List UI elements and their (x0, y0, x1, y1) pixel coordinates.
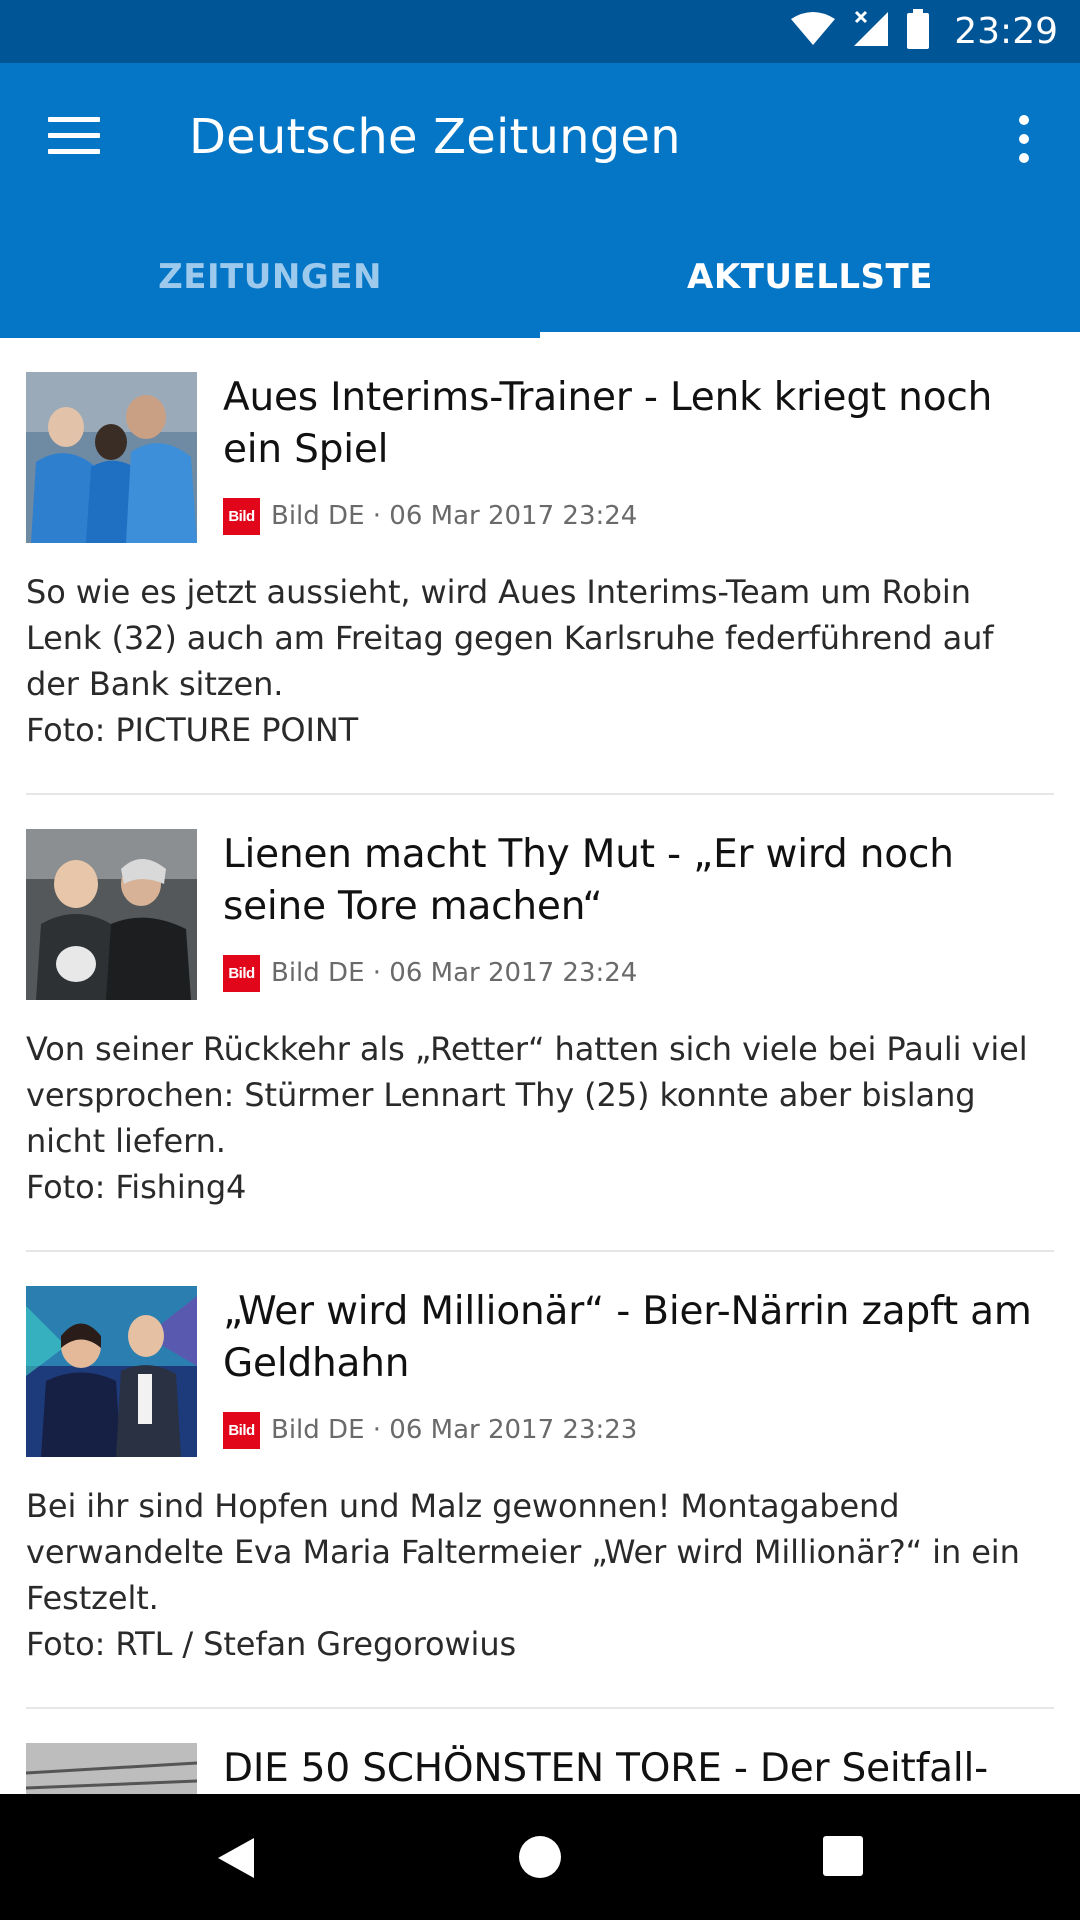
toolbar: Deutsche Zeitungen (0, 63, 1080, 215)
app-bar: Deutsche Zeitungen ZEITUNGEN AKTUELLSTE (0, 63, 1080, 338)
article-source-date: Bild DE · 06 Mar 2017 23:24 (271, 958, 638, 988)
more-vert-icon[interactable] (1012, 115, 1036, 167)
cellular-signal-icon (852, 10, 890, 53)
system-navigation-bar (0, 1794, 1080, 1920)
tab-aktuellste[interactable]: AKTUELLSTE (540, 215, 1080, 338)
battery-icon (906, 9, 930, 54)
article-summary: So wie es jetzt aussieht, wird Aues Inte… (26, 569, 1054, 753)
wifi-icon (790, 11, 836, 52)
photo-credit: Foto: Fishing4 (26, 1168, 247, 1206)
article-thumbnail (26, 372, 197, 543)
recents-square-icon[interactable] (823, 1836, 863, 1876)
article-headline: Aues Interims-Trainer - Lenk kriegt noch… (223, 375, 993, 472)
back-triangle-icon[interactable] (214, 1836, 256, 1885)
article-thumbnail (26, 829, 197, 1000)
article-meta: Bild Bild DE · 06 Mar 2017 23:24 (223, 497, 1054, 535)
article-thumbnail (26, 1743, 197, 1794)
hamburger-menu-icon[interactable] (48, 117, 100, 161)
bild-logo: Bild (223, 497, 260, 535)
article-meta: Bild Bild DE · 06 Mar 2017 23:23 (223, 1411, 1054, 1449)
app-title: Deutsche Zeitungen (189, 109, 681, 165)
photo-credit: Foto: PICTURE POINT (26, 711, 359, 749)
article-item[interactable]: DIE 50 SCHÖNSTEN TORE - Der Seitfall-Kna… (0, 1709, 1080, 1794)
tab-bar: ZEITUNGEN AKTUELLSTE (0, 215, 1080, 338)
bild-logo: Bild (223, 1411, 260, 1449)
article-item[interactable]: „Wer wird Millionär“ - Bier-Närrin zapft… (0, 1252, 1080, 1709)
article-thumbnail (26, 1286, 197, 1457)
status-time: 23:29 (954, 11, 1058, 52)
article-headline: DIE 50 SCHÖNSTEN TORE - Der Seitfall-Kna… (223, 1746, 989, 1791)
article-summary: Von seiner Rückkehr als „Retter“ hatten … (26, 1026, 1054, 1210)
article-summary: Bei ihr sind Hopfen und Malz gewonnen! M… (26, 1483, 1054, 1667)
article-meta: Bild Bild DE · 06 Mar 2017 23:24 (223, 954, 1054, 992)
home-circle-icon[interactable] (519, 1836, 561, 1878)
status-bar: 23:29 (0, 0, 1080, 63)
article-headline: Lienen macht Thy Mut - „Er wird noch sei… (223, 832, 954, 929)
photo-credit: Foto: RTL / Stefan Gregorowius (26, 1625, 517, 1663)
article-item[interactable]: Lienen macht Thy Mut - „Er wird noch sei… (0, 795, 1080, 1252)
article-source-date: Bild DE · 06 Mar 2017 23:23 (271, 1415, 638, 1445)
tab-zeitungen[interactable]: ZEITUNGEN (0, 215, 540, 338)
article-headline: „Wer wird Millionär“ - Bier-Närrin zapft… (223, 1289, 1032, 1386)
article-item[interactable]: Aues Interims-Trainer - Lenk kriegt noch… (0, 338, 1080, 795)
article-source-date: Bild DE · 06 Mar 2017 23:24 (271, 501, 638, 531)
article-feed[interactable]: Aues Interims-Trainer - Lenk kriegt noch… (0, 338, 1080, 1794)
bild-logo: Bild (223, 954, 260, 992)
